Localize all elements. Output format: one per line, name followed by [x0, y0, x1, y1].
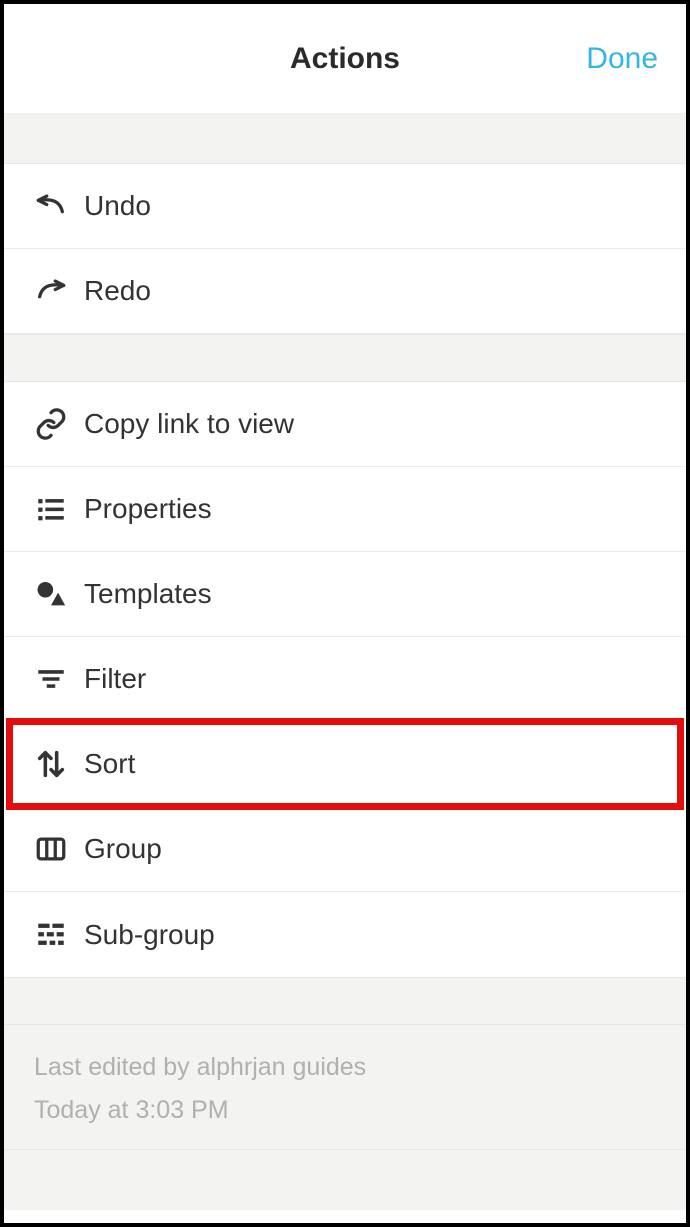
undo-label: Undo [84, 190, 151, 222]
timestamp-text: Today at 3:03 PM [34, 1096, 656, 1125]
group-icon [34, 832, 84, 866]
redo-item[interactable]: Redo [4, 249, 686, 334]
templates-icon [34, 577, 84, 611]
filter-label: Filter [84, 663, 146, 695]
filter-item[interactable]: Filter [4, 637, 686, 722]
page-title: Actions [290, 42, 400, 76]
sort-item[interactable]: Sort [4, 722, 686, 807]
section-spacer [4, 114, 686, 164]
subgroup-label: Sub-group [84, 919, 215, 951]
footer: Last edited by alphrjan guides Today at … [4, 1025, 686, 1150]
filter-icon [34, 662, 84, 696]
copy-link-label: Copy link to view [84, 408, 294, 440]
properties-label: Properties [84, 493, 212, 525]
templates-label: Templates [84, 578, 212, 610]
undo-item[interactable]: Undo [4, 164, 686, 249]
section-spacer [4, 1150, 686, 1210]
edited-by-text: Last edited by alphrjan guides [34, 1053, 656, 1082]
sort-icon [34, 747, 84, 781]
link-icon [34, 407, 84, 441]
subgroup-item[interactable]: Sub-group [4, 892, 686, 977]
redo-icon [34, 274, 84, 308]
sort-label: Sort [84, 748, 135, 780]
templates-item[interactable]: Templates [4, 552, 686, 637]
group-item[interactable]: Group [4, 807, 686, 892]
group-label: Group [84, 833, 162, 865]
section-spacer [4, 334, 686, 382]
redo-label: Redo [84, 275, 151, 307]
copy-link-item[interactable]: Copy link to view [4, 382, 686, 467]
header: Actions Done [4, 4, 686, 114]
subgroup-icon [34, 918, 84, 952]
properties-item[interactable]: Properties [4, 467, 686, 552]
done-button[interactable]: Done [586, 42, 658, 76]
properties-icon [34, 492, 84, 526]
section-spacer [4, 977, 686, 1025]
undo-icon [34, 189, 84, 223]
